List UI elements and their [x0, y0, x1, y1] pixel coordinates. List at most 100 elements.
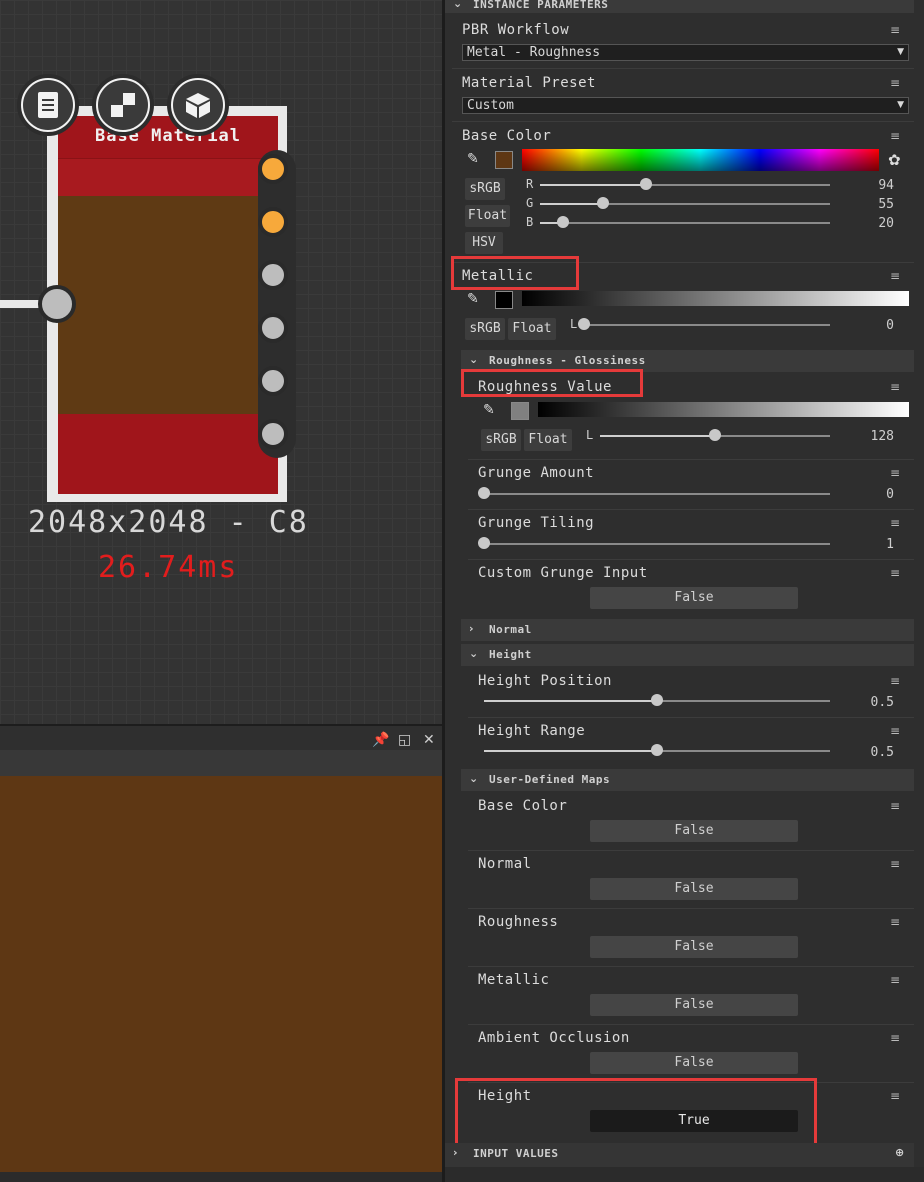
output-pin[interactable]: [258, 313, 288, 343]
param-menu-icon[interactable]: ≡: [890, 800, 904, 812]
float-mode-button[interactable]: Float: [524, 429, 572, 451]
param-menu-icon[interactable]: ≡: [890, 858, 904, 870]
grunge-amount-label: Grunge Amount: [478, 465, 595, 481]
close-icon[interactable]: ✕: [423, 732, 435, 748]
eyedropper-icon[interactable]: ✎: [483, 402, 495, 418]
divider: [452, 121, 914, 122]
slider-knob[interactable]: [478, 487, 490, 499]
param-menu-icon[interactable]: ≡: [890, 725, 904, 737]
hue-spectrum[interactable]: [522, 149, 879, 171]
srgb-mode-button[interactable]: sRGB: [481, 429, 521, 451]
param-menu-icon[interactable]: ≡: [890, 270, 904, 282]
map-base-color-toggle[interactable]: False: [590, 820, 798, 842]
node-preview-band: [58, 158, 278, 196]
header-title: INSTANCE PARAMETERS: [473, 0, 609, 11]
palette-icon[interactable]: ✿: [888, 151, 901, 169]
add-icon[interactable]: ⊕: [895, 1146, 905, 1159]
output-pin[interactable]: [258, 154, 288, 184]
channel-b-label: B: [526, 215, 534, 229]
slider-knob-r[interactable]: [640, 178, 652, 190]
channel-g-value[interactable]: 55: [854, 197, 894, 212]
material-preset-value: Custom: [467, 98, 514, 113]
grayscale-gradient[interactable]: [538, 402, 909, 417]
param-menu-icon[interactable]: ≡: [890, 130, 904, 142]
cube-icon[interactable]: [167, 74, 229, 136]
param-menu-icon[interactable]: ≡: [890, 567, 904, 579]
channel-b-value[interactable]: 20: [854, 216, 894, 231]
view-2d-panel: 📌 ◱ ✕: [0, 724, 442, 1182]
divider: [468, 509, 914, 510]
slider-knob-b[interactable]: [557, 216, 569, 228]
metallic-value[interactable]: 0: [854, 318, 894, 333]
checker-icon[interactable]: [92, 74, 154, 136]
grunge-amount-value[interactable]: 0: [854, 487, 894, 502]
slider-track[interactable]: [584, 324, 830, 326]
maximize-icon[interactable]: ◱: [398, 732, 411, 748]
map-roughness-toggle[interactable]: False: [590, 936, 798, 958]
map-normal-label: Normal: [478, 856, 532, 872]
map-normal-toggle[interactable]: False: [590, 878, 798, 900]
document-icon[interactable]: [17, 74, 79, 136]
float-mode-button[interactable]: Float: [508, 318, 556, 340]
srgb-mode-button[interactable]: sRGB: [465, 178, 505, 200]
input-values-header[interactable]: › INPUT VALUES ⊕: [445, 1143, 914, 1167]
eyedropper-icon[interactable]: ✎: [467, 291, 479, 307]
normal-section-header[interactable]: › Normal: [461, 619, 914, 641]
pin-icon[interactable]: 📌: [372, 732, 389, 748]
highlight-box: [451, 256, 579, 290]
material-preset-dropdown[interactable]: Custom ▼: [462, 97, 909, 114]
roughness-swatch[interactable]: [511, 402, 529, 420]
grayscale-gradient[interactable]: [522, 291, 909, 306]
roughness-value[interactable]: 128: [854, 429, 894, 444]
slider-knob[interactable]: [651, 694, 663, 706]
output-pin[interactable]: [258, 366, 288, 396]
param-menu-icon[interactable]: ≡: [890, 974, 904, 986]
slider-fill: [600, 435, 715, 437]
slider-track[interactable]: [540, 222, 830, 224]
metallic-swatch[interactable]: [495, 291, 513, 309]
pbr-workflow-dropdown[interactable]: Metal - Roughness ▼: [462, 44, 909, 61]
input-pin[interactable]: [38, 285, 76, 323]
hsv-mode-button[interactable]: HSV: [465, 232, 503, 254]
slider-knob[interactable]: [651, 744, 663, 756]
param-menu-icon[interactable]: ≡: [890, 675, 904, 687]
chevron-right-icon: ›: [453, 1146, 459, 1159]
custom-grunge-toggle[interactable]: False: [590, 587, 798, 609]
height-section-header[interactable]: ⌄ Height: [461, 644, 914, 666]
param-menu-icon[interactable]: ≡: [890, 381, 904, 393]
map-metallic-toggle[interactable]: False: [590, 994, 798, 1016]
output-pin[interactable]: [258, 260, 288, 290]
param-menu-icon[interactable]: ≡: [890, 24, 904, 36]
slider-knob-g[interactable]: [597, 197, 609, 209]
user-maps-section-header[interactable]: ⌄ User-Defined Maps: [461, 769, 914, 791]
param-menu-icon[interactable]: ≡: [890, 467, 904, 479]
srgb-mode-button[interactable]: sRGB: [465, 318, 505, 340]
instance-parameters-header[interactable]: ⌄ INSTANCE PARAMETERS: [445, 0, 914, 13]
slider-knob[interactable]: [578, 318, 590, 330]
map-ao-toggle[interactable]: False: [590, 1052, 798, 1074]
output-pin[interactable]: [258, 207, 288, 237]
param-menu-icon[interactable]: ≡: [890, 77, 904, 89]
view-2d-image[interactable]: [0, 776, 442, 1172]
height-range-value[interactable]: 0.5: [854, 745, 894, 760]
height-position-value[interactable]: 0.5: [854, 695, 894, 710]
slider-fill: [484, 750, 657, 752]
param-menu-icon[interactable]: ≡: [890, 517, 904, 529]
output-pin-rail: [258, 150, 296, 458]
divider: [468, 459, 914, 460]
grunge-tiling-value[interactable]: 1: [854, 537, 894, 552]
divider: [468, 1024, 914, 1025]
slider-knob[interactable]: [709, 429, 721, 441]
slider-knob[interactable]: [478, 537, 490, 549]
param-menu-icon[interactable]: ≡: [890, 1032, 904, 1044]
slider-track[interactable]: [484, 493, 830, 495]
param-menu-icon[interactable]: ≡: [890, 916, 904, 928]
slider-track[interactable]: [484, 543, 830, 545]
base-color-swatch[interactable]: [495, 151, 513, 169]
param-menu-icon[interactable]: ≡: [890, 1090, 904, 1102]
view-2d-titlebar: 📌 ◱ ✕: [0, 724, 442, 750]
output-pin[interactable]: [258, 419, 288, 449]
eyedropper-icon[interactable]: ✎: [467, 151, 479, 167]
float-mode-button[interactable]: Float: [465, 205, 510, 227]
channel-r-value[interactable]: 94: [854, 178, 894, 193]
